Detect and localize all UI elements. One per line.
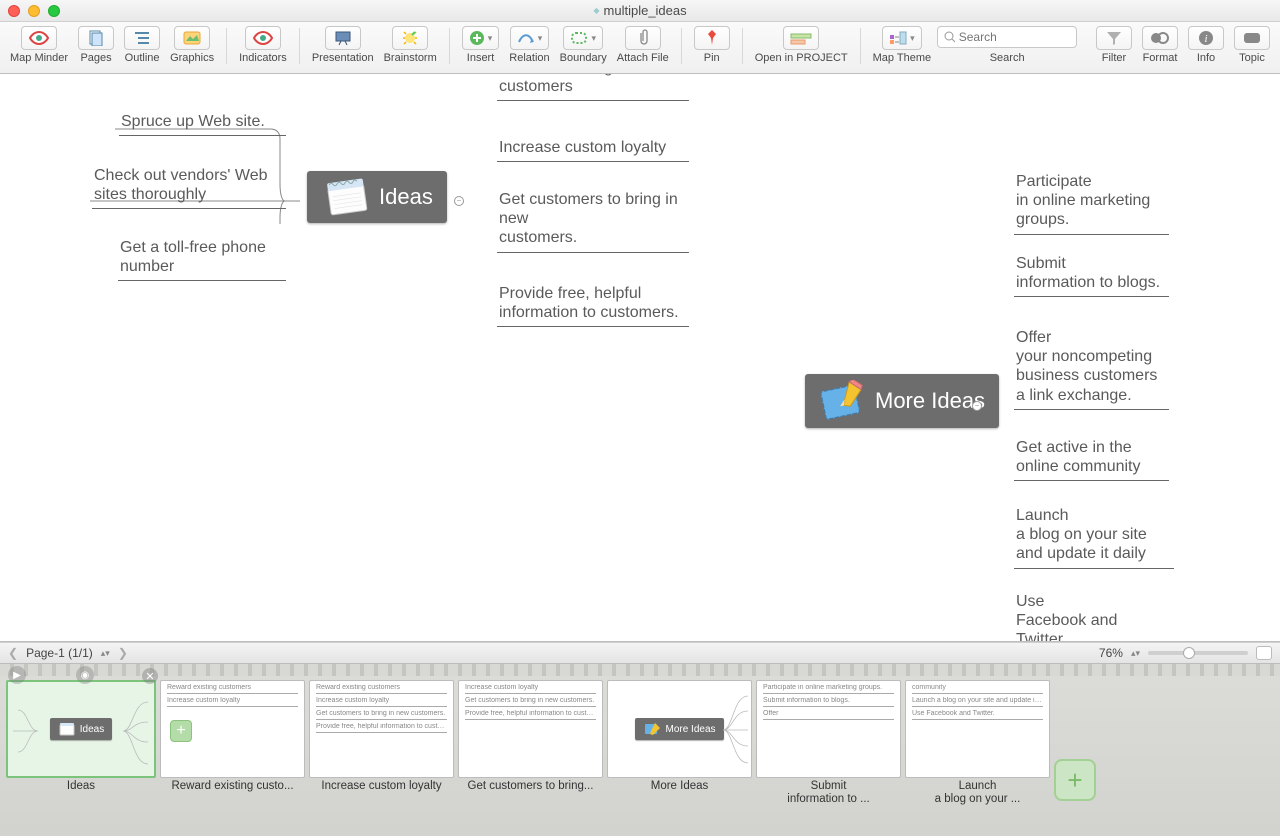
topic-bring-in-new[interactable]: Get customers to bring in new customers.: [497, 190, 689, 253]
window-titlebar: multiple_ideas: [0, 0, 1280, 22]
page-prev-button[interactable]: ❮: [8, 646, 18, 660]
topic-submit-blogs[interactable]: Submit information to blogs.: [1014, 254, 1169, 297]
topic-facebook-twitter[interactable]: Use Facebook and Twitter.: [1014, 592, 1169, 642]
topic-spruce-up[interactable]: Spruce up Web site.: [119, 112, 286, 136]
play-slideshow-button[interactable]: ▶: [8, 666, 26, 684]
topic-increase-loyalty[interactable]: Increase custom loyalty: [497, 138, 689, 162]
close-window-button[interactable]: [8, 5, 20, 17]
pages-bar: ❮ Page-1 (1/1) ▴▾ ❯ 76% ▴▾: [0, 642, 1280, 664]
slide-thumbnail[interactable]: Participate in online marketing groups.S…: [756, 680, 901, 836]
topic-provide-free-info[interactable]: Provide free, helpful information to cus…: [497, 284, 689, 327]
page-indicator[interactable]: Page-1 (1/1): [26, 646, 93, 660]
close-filmstrip-button[interactable]: ✕: [142, 668, 158, 684]
topic-participate-marketing[interactable]: Participate in online marketing groups.: [1014, 172, 1169, 235]
mindmap-canvas[interactable]: Ideas − More Ideas − Spruce up Web site.…: [0, 74, 1280, 642]
slide-thumbnail[interactable]: More Ideas More Ideas: [607, 680, 752, 836]
expand-handle-more-ideas[interactable]: −: [972, 401, 982, 411]
snapshot-button[interactable]: ◉: [76, 666, 94, 684]
zoom-stepper[interactable]: ▴▾: [1131, 648, 1140, 659]
toolbar-attach-file[interactable]: Attach File: [613, 24, 673, 66]
toolbar-pages[interactable]: Pages: [74, 24, 118, 66]
page-stepper[interactable]: ▴▾: [101, 648, 110, 659]
toolbar-format[interactable]: Format: [1138, 24, 1182, 66]
window-title: multiple_ideas: [593, 3, 686, 18]
toolbar-info[interactable]: i Info: [1184, 24, 1228, 66]
toolbar-graphics[interactable]: Graphics: [166, 24, 218, 66]
toolbar: Map Minder Pages Outline Graphics Indica…: [0, 22, 1280, 74]
add-slide-button[interactable]: +: [1054, 759, 1096, 801]
toolbar-pin[interactable]: Pin: [690, 24, 734, 66]
page-next-button[interactable]: ❯: [118, 646, 128, 660]
toolbar-relation[interactable]: ▾ Relation: [505, 24, 553, 66]
zoom-slider[interactable]: [1148, 651, 1248, 655]
svg-text:i: i: [1204, 33, 1207, 45]
search-input[interactable]: [959, 30, 1070, 44]
topic-get-active[interactable]: Get active in the online community: [1014, 438, 1169, 481]
topic-launch-blog[interactable]: Launch a blog on your site and update it…: [1014, 506, 1174, 569]
central-topic-more-ideas-label: More Ideas: [875, 388, 985, 414]
toolbar-brainstorm[interactable]: Brainstorm: [380, 24, 441, 66]
toolbar-open-in-project[interactable]: Open in PROJECT: [751, 24, 852, 66]
topic-check-vendors[interactable]: Check out vendors' Web sites thoroughly: [92, 166, 286, 209]
search-icon: [944, 31, 955, 43]
toolbar-filter[interactable]: Filter: [1092, 24, 1136, 66]
toolbar-topic[interactable]: Topic: [1230, 24, 1274, 66]
topic-toll-free[interactable]: Get a toll-free phone number: [118, 238, 286, 281]
fullscreen-window-button[interactable]: [48, 5, 60, 17]
toolbar-search: Search: [937, 26, 1077, 64]
traffic-lights: [8, 5, 60, 17]
add-slide-after-button[interactable]: +: [170, 720, 192, 742]
toolbar-presentation[interactable]: Presentation: [308, 24, 378, 66]
zoom-fit-button[interactable]: [1256, 646, 1272, 660]
topic-offer-link-exchange[interactable]: Offer your noncompeting business custome…: [1014, 328, 1169, 410]
topic-reward-customers[interactable]: Reward existing customers: [497, 74, 689, 101]
slide-thumbnail[interactable]: Ideas Ideas: [6, 680, 156, 836]
central-topic-ideas-label: Ideas: [379, 184, 433, 210]
central-topic-more-ideas[interactable]: More Ideas: [805, 374, 999, 428]
toolbar-map-minder[interactable]: Map Minder: [6, 24, 72, 66]
toolbar-indicators[interactable]: Indicators: [235, 24, 291, 66]
central-topic-ideas[interactable]: Ideas: [307, 171, 447, 223]
slide-thumbnail[interactable]: Increase custom loyaltyGet customers to …: [458, 680, 603, 836]
zoom-percent[interactable]: 76%: [1099, 646, 1123, 660]
slide-filmstrip: ▶ ◉ ✕ + Ideas Ideas Reward existing cust…: [0, 664, 1280, 836]
slide-thumbnail[interactable]: Reward existing customersIncrease custom…: [309, 680, 454, 836]
toolbar-insert[interactable]: ▾ Insert: [458, 24, 504, 66]
toolbar-map-theme[interactable]: ▾ Map Theme: [869, 24, 936, 66]
toolbar-boundary[interactable]: ▾ Boundary: [556, 24, 611, 66]
slide-thumbnail[interactable]: Reward existing customersIncrease custom…: [160, 680, 305, 836]
slide-thumbnail[interactable]: communityLaunch a blog on your site and …: [905, 680, 1050, 836]
expand-handle-ideas[interactable]: −: [454, 196, 464, 206]
toolbar-outline[interactable]: Outline: [120, 24, 164, 66]
search-field[interactable]: [937, 26, 1077, 48]
minimize-window-button[interactable]: [28, 5, 40, 17]
